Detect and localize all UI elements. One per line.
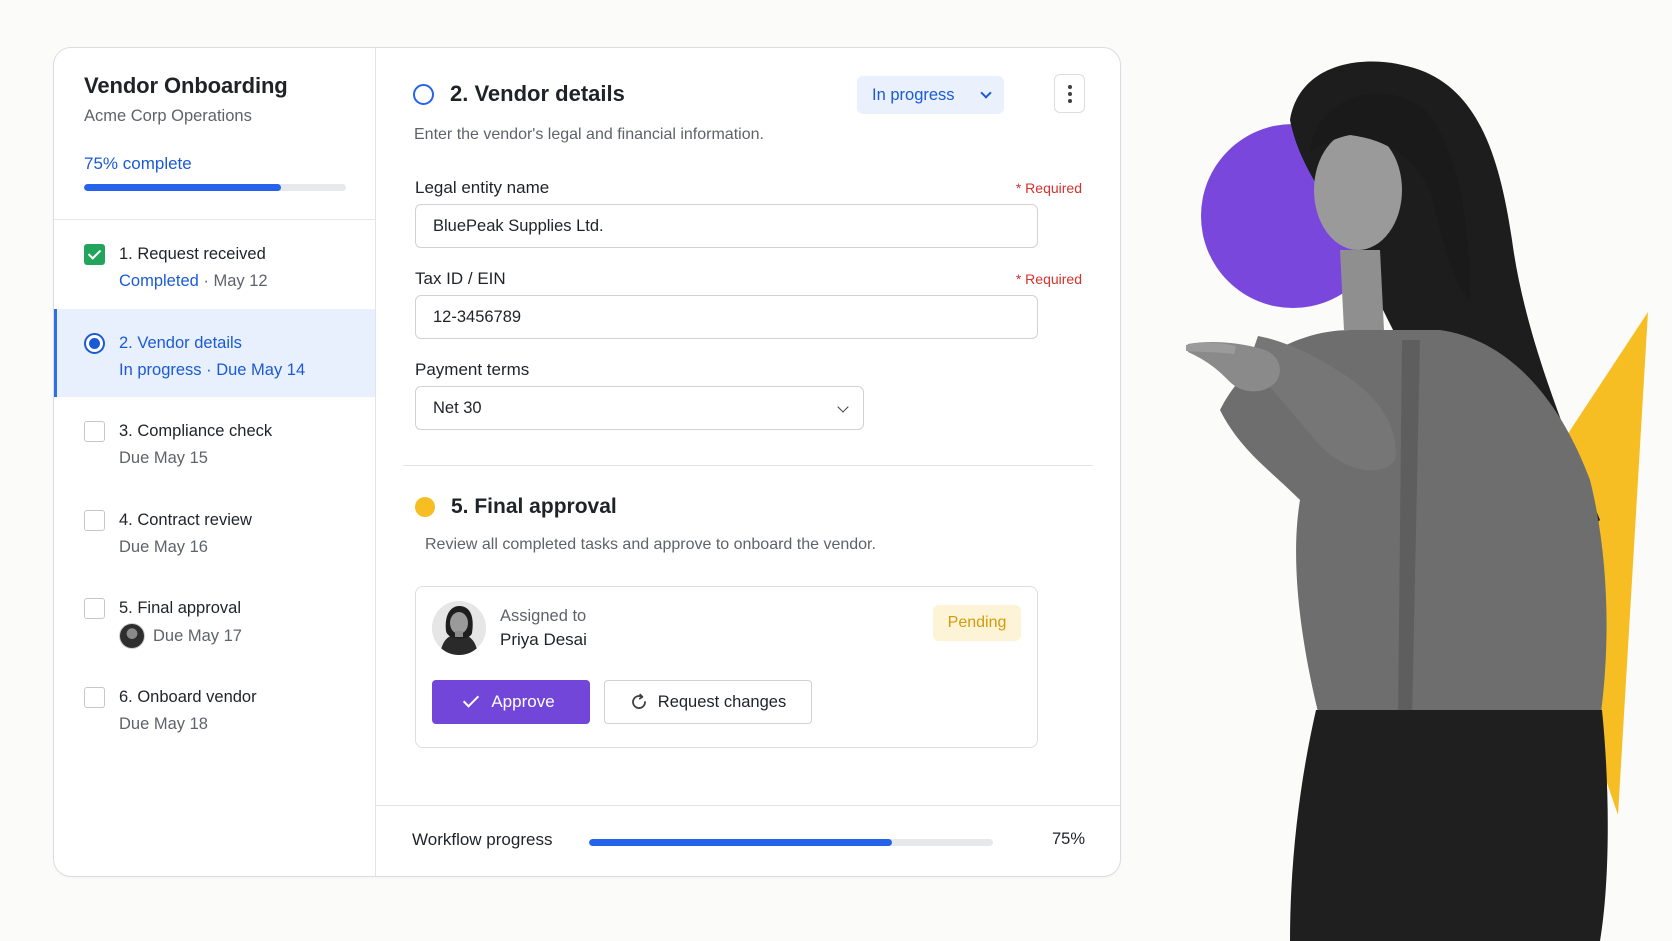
- request-changes-label: Request changes: [657, 692, 787, 711]
- assignee-name: Priya Desai: [500, 630, 587, 649]
- section-title: 2. Vendor details: [450, 81, 625, 106]
- required-marker: * Required: [1015, 271, 1082, 287]
- assignee-avatar: [119, 623, 145, 649]
- section-description: Review all completed tasks and approve t…: [425, 536, 876, 553]
- workflow-progress-bar: [589, 839, 993, 846]
- step-vendor-details[interactable]: 2. Vendor details In progress · Due May …: [54, 308, 375, 397]
- payment-terms-value: Net 30: [433, 398, 482, 417]
- sidebar-progress-fill: [84, 184, 281, 191]
- in-progress-circle-icon: [413, 83, 434, 105]
- presenter-figure: [1186, 61, 1648, 941]
- legal-name-input[interactable]: BluePeak Supplies Ltd.: [415, 204, 1038, 248]
- step-separator: ·: [198, 272, 214, 290]
- checkbox-icon[interactable]: [84, 421, 105, 442]
- status-dropdown[interactable]: In progress: [857, 76, 1004, 114]
- workflow-progress-label: Workflow progress: [412, 830, 553, 849]
- step-meta: Due May 17: [119, 623, 242, 649]
- step-label: 3. Compliance check: [119, 422, 273, 440]
- main-panel: 2. Vendor details In progress Enter the …: [376, 48, 1120, 876]
- approve-label: Approve: [491, 692, 555, 711]
- step-label: 4. Contract review: [119, 510, 252, 529]
- step-compliance-check[interactable]: 3. Compliance check Due May 15: [54, 397, 375, 486]
- payment-terms-label: Payment terms: [415, 360, 530, 379]
- step-contract-review[interactable]: 4. Contract review Due May 16: [54, 486, 375, 575]
- step-status: Completed: [119, 272, 199, 290]
- pending-dot-icon: [415, 497, 435, 517]
- section-title: 5. Final approval: [451, 495, 617, 518]
- step-label: 6. Onboard vendor: [119, 687, 257, 706]
- step-date: May 12: [213, 272, 268, 290]
- workflow-card: Vendor Onboarding Acme Corp Operations 7…: [53, 47, 1121, 877]
- step-label: 5. Final approval: [119, 599, 241, 617]
- status-value: In progress: [872, 85, 955, 104]
- completed-checkbox-icon[interactable]: [84, 244, 105, 265]
- workflow-subtitle: Acme Corp Operations: [84, 107, 252, 125]
- check-icon: [463, 691, 480, 708]
- checkbox-icon[interactable]: [84, 686, 105, 708]
- required-marker: * Required: [1015, 180, 1082, 196]
- step-meta: Due May 18: [119, 714, 208, 733]
- active-radio-icon[interactable]: [84, 332, 105, 354]
- presenter-illustration: [1140, 0, 1672, 941]
- checkbox-icon[interactable]: [84, 509, 105, 531]
- step-meta: Due May 15: [119, 449, 208, 467]
- step-onboard-vendor[interactable]: 6. Onboard vendor Due May 18: [54, 663, 375, 752]
- vendor-details-header: 2. Vendor details In progress: [413, 74, 1085, 114]
- section-description: Enter the vendor's legal and financial i…: [414, 126, 764, 143]
- assignee-avatar: [432, 601, 486, 655]
- step-meta: Completed · May 12: [119, 272, 268, 291]
- workflow-footer: Workflow progress 75%: [376, 805, 1120, 876]
- payment-terms-select[interactable]: Net 30: [415, 386, 864, 430]
- step-final-approval[interactable]: 5. Final approval Due May 17: [54, 574, 375, 663]
- refresh-icon: [631, 693, 646, 709]
- final-approval-header: 5. Final approval: [415, 495, 617, 519]
- approve-button[interactable]: Approve: [432, 680, 590, 724]
- section-divider: [403, 465, 1093, 466]
- more-vertical-icon[interactable]: [1054, 74, 1085, 113]
- workflow-progress-percent: 75%: [1051, 830, 1085, 848]
- sidebar-header: Vendor Onboarding Acme Corp Operations 7…: [54, 48, 375, 220]
- workflow-progress-fill: [589, 839, 892, 846]
- progress-label: 75% complete: [84, 154, 192, 173]
- step-meta: In progress · Due May 14: [119, 360, 306, 379]
- checkbox-icon[interactable]: [84, 598, 105, 619]
- step-request-received[interactable]: 1. Request received Completed · May 12: [54, 220, 375, 309]
- step-meta: Due May 16: [119, 537, 208, 556]
- step-label: 1. Request received: [119, 245, 266, 263]
- chevron-down-icon: [980, 87, 992, 99]
- workflow-title: Vendor Onboarding: [84, 73, 288, 98]
- step-date: Due May 17: [153, 626, 242, 645]
- sidebar: Vendor Onboarding Acme Corp Operations 7…: [54, 48, 376, 876]
- chevron-down-icon: [837, 401, 849, 413]
- tax-id-label: Tax ID / EIN: [415, 269, 506, 288]
- step-label: 2. Vendor details: [119, 333, 242, 352]
- sidebar-progress-bar: [84, 184, 346, 191]
- legal-name-label: Legal entity name: [415, 178, 550, 197]
- status-badge: Pending: [933, 605, 1021, 641]
- tax-id-input[interactable]: 12-3456789: [415, 295, 1038, 339]
- assigned-to-label: Assigned to: [500, 607, 587, 625]
- approval-card: Assigned to Priya Desai Pending Approve …: [415, 586, 1038, 748]
- request-changes-button[interactable]: Request changes: [604, 680, 812, 724]
